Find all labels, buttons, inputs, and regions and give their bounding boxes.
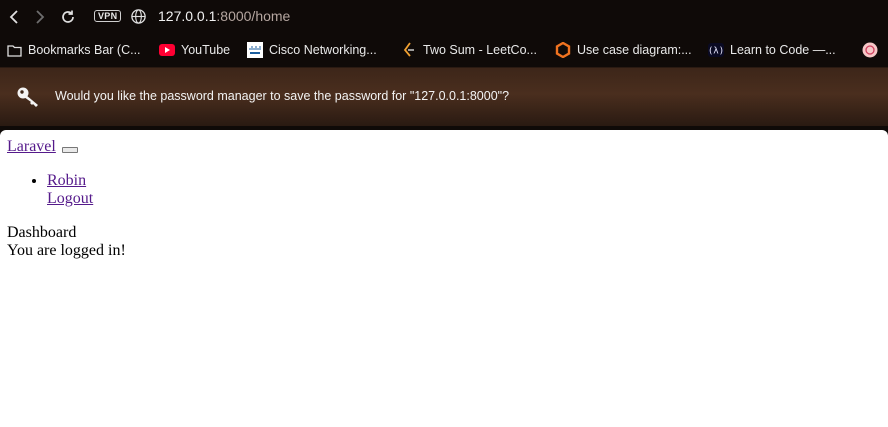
bookmark-leetcode[interactable]: Two Sum - LeetCo... bbox=[401, 41, 537, 59]
navbar-brand-wrap: Laravel bbox=[7, 138, 78, 156]
bookmarks-bar: Bookmarks Bar (C... YouTube Cisco Networ… bbox=[0, 33, 888, 68]
bookmark-label: Cisco Networking... bbox=[269, 43, 377, 57]
card-body: You are logged in! bbox=[7, 242, 126, 259]
bookmark-label: YouTube bbox=[181, 43, 231, 57]
bookmark-label: Two Sum - LeetCo... bbox=[423, 43, 537, 57]
list-item: Robin bbox=[47, 172, 86, 190]
bookmark-youtube[interactable]: YouTube bbox=[159, 41, 230, 59]
vpn-badge[interactable]: VPN bbox=[94, 10, 122, 22]
password-manager-infobar: Would you like the password manager to s… bbox=[0, 68, 888, 126]
navbar-brand-link[interactable]: Laravel bbox=[7, 138, 56, 155]
freecodecamp-icon: (λ) bbox=[708, 42, 724, 58]
user-name-link[interactable]: Robin bbox=[47, 172, 86, 189]
browser-toolbar: VPN 127.0.0.1:8000/home bbox=[0, 0, 888, 33]
user-menu: Robin bbox=[47, 172, 86, 190]
url-host: 127.0.0.1 bbox=[158, 8, 217, 24]
leetcode-icon bbox=[401, 42, 417, 58]
youtube-icon bbox=[159, 42, 175, 58]
page-content: Laravel Robin Logout Dashboard You are l… bbox=[0, 130, 888, 427]
navbar-toggler-button[interactable] bbox=[61, 147, 78, 153]
bookmark-label: Use case diagram:... bbox=[577, 43, 692, 57]
url-path: :8000/home bbox=[216, 8, 291, 24]
bookmark-label: Bookmarks Bar (C... bbox=[28, 43, 141, 57]
cisco-icon bbox=[247, 42, 263, 58]
diagram-icon bbox=[555, 42, 571, 58]
card-header: Dashboard bbox=[7, 224, 77, 241]
back-button[interactable] bbox=[3, 0, 25, 33]
brain-icon bbox=[862, 42, 878, 58]
bookmark-freecodecamp[interactable]: (λ) Learn to Code —... bbox=[708, 41, 836, 59]
bookmark-overflow[interactable] bbox=[862, 41, 884, 59]
address-bar[interactable]: 127.0.0.1:8000/home bbox=[158, 8, 290, 24]
globe-icon[interactable] bbox=[130, 8, 147, 25]
reload-button[interactable] bbox=[57, 0, 79, 33]
bookmark-usecase[interactable]: Use case diagram:... bbox=[555, 41, 692, 59]
key-icon bbox=[17, 87, 38, 107]
logout-link[interactable]: Logout bbox=[47, 190, 93, 208]
svg-text:(λ): (λ) bbox=[708, 47, 724, 57]
infobar-message: Would you like the password manager to s… bbox=[55, 89, 510, 103]
folder-icon bbox=[6, 42, 22, 58]
back-arrow-icon bbox=[9, 9, 18, 24]
bookmark-folder[interactable]: Bookmarks Bar (C... bbox=[6, 41, 141, 59]
forward-button[interactable] bbox=[29, 0, 51, 33]
bookmark-cisco[interactable]: Cisco Networking... bbox=[247, 41, 377, 59]
bookmark-label: Learn to Code —... bbox=[730, 43, 836, 57]
reload-icon bbox=[62, 10, 74, 23]
forward-arrow-icon bbox=[36, 9, 45, 24]
